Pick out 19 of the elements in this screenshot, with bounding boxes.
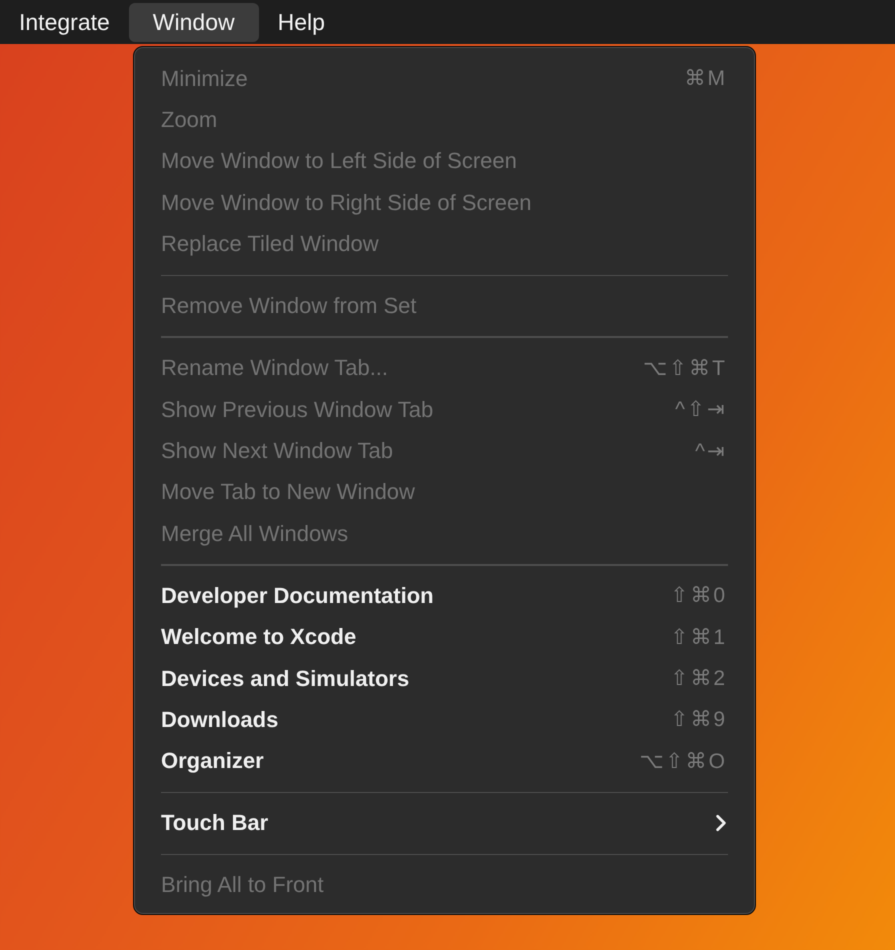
keyboard-shortcut: ⌥⇧⌘T — [643, 356, 727, 381]
menu-bar-item[interactable]: Integrate — [8, 2, 121, 42]
keyboard-shortcut: ⌥⇧⌘O — [640, 748, 727, 774]
menu-item[interactable]: Devices and Simulators — [161, 666, 670, 692]
keyboard-shortcut: ⌘M — [684, 66, 727, 92]
keyboard-shortcut: ⇧⌘9 — [670, 707, 727, 732]
keyboard-shortcut: ^⇧⇥ — [675, 397, 727, 422]
keyboard-shortcut: ^⇥ — [695, 438, 727, 464]
keyboard-shortcut: ⇧⌘1 — [670, 624, 727, 650]
keyboard-shortcut: ⇧⌘0 — [670, 583, 727, 608]
menu-item[interactable]: Welcome to Xcode — [161, 624, 670, 650]
menu-item[interactable]: Developer Documentation — [161, 582, 670, 609]
menu-item[interactable]: Downloads — [161, 706, 670, 733]
chevron-icon — [715, 814, 727, 832]
menu-bar-item[interactable]: Window — [128, 2, 259, 42]
menu-item[interactable]: Touch Bar — [161, 810, 715, 836]
menu-bar-item[interactable]: Help — [266, 2, 336, 42]
keyboard-shortcut: ⇧⌘2 — [670, 666, 727, 692]
menu-item[interactable]: Organizer — [161, 748, 640, 774]
